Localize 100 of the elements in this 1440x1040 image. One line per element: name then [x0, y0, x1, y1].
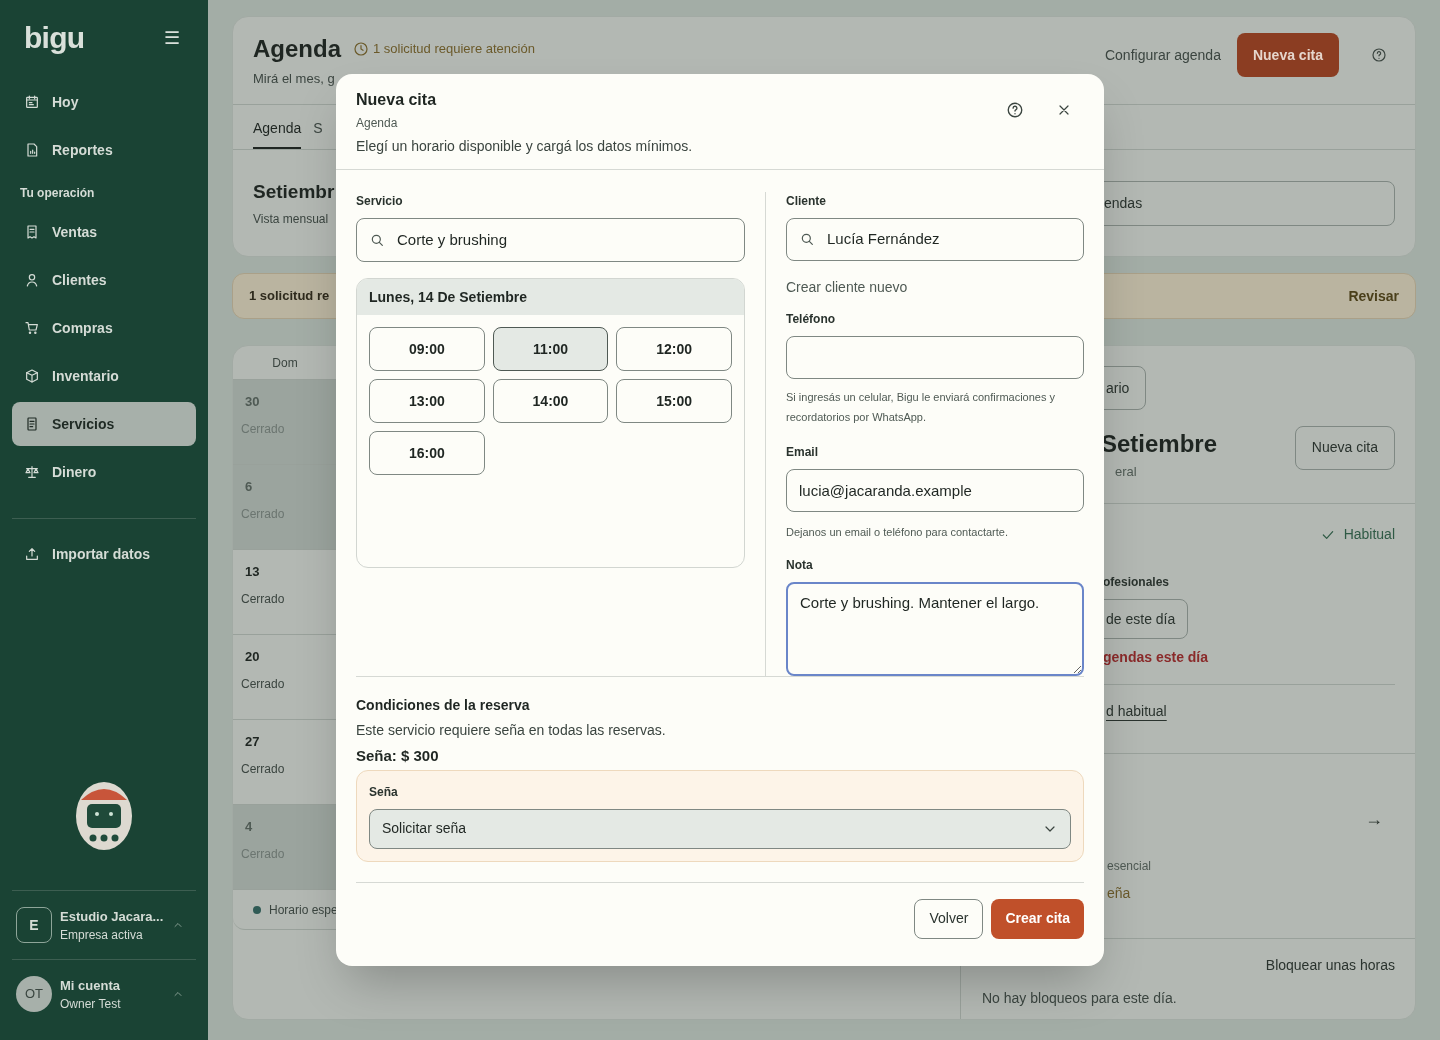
logo: bigu [24, 20, 85, 56]
scale-icon [24, 464, 40, 480]
professionals-label: ofesionales [1102, 574, 1171, 591]
box-icon [24, 368, 40, 384]
nav-item[interactable]: Clientes [12, 258, 196, 302]
attention-notice: 1 solicitud requiere atención [353, 39, 535, 59]
email-input[interactable]: lucia@jacaranda.example [786, 469, 1084, 512]
breadcrumb: Agenda [356, 115, 399, 132]
configure-link[interactable]: Configurar agenda [1104, 44, 1221, 66]
help-icon [1371, 47, 1387, 63]
day-number: 13 [244, 563, 261, 581]
dialog-description: Elegí un horario disponible y cargá los datos mínimos. [356, 137, 693, 156]
account-name: Estudio Jacara... [60, 908, 164, 926]
field-label: Servicio [356, 193, 404, 210]
deposit-text: eña [1106, 884, 1132, 903]
field-label: Teléfono [786, 310, 837, 328]
dialog-title: Nueva cita [356, 90, 438, 110]
day-subtitle: eral [1114, 463, 1138, 481]
help-button[interactable] [1371, 47, 1387, 63]
block-hours-link[interactable]: Bloquear unas horas [1265, 955, 1395, 976]
habitual-status: Habitual [1319, 524, 1395, 545]
time-slot[interactable]: 13:00 [369, 379, 485, 423]
day-status: Cerrado [241, 590, 286, 608]
page-subtitle: Mirá el mes, g [253, 70, 336, 88]
help-icon [1006, 101, 1024, 119]
nav-item[interactable]: Inventario [12, 354, 196, 398]
weekday-header: Dom [271, 354, 299, 372]
review-link[interactable]: Revisar [1348, 285, 1399, 307]
receipt-icon [24, 224, 40, 240]
nav-item[interactable]: Hoy [12, 80, 196, 124]
nav-item[interactable]: Dinero [12, 450, 196, 494]
day-number: 4 [244, 818, 254, 836]
import-button[interactable]: Importar datos [12, 539, 196, 569]
user-icon [24, 272, 40, 288]
date-header: Lunes, 14 De Setiembre [357, 279, 744, 315]
search-icon [799, 231, 815, 248]
view-label: Vista mensual [253, 211, 330, 229]
search-field[interactable]: Corte y brushing [356, 218, 745, 262]
nav-item[interactable]: Reportes [12, 128, 196, 172]
day-number: 30 [244, 393, 261, 411]
create-client-link[interactable]: Crear cliente nuevo [786, 276, 908, 298]
section-label: Tu operación [19, 185, 96, 202]
month-title: Setiembr [253, 179, 335, 204]
day-title: Setiembre [1101, 430, 1218, 458]
help-button[interactable] [1006, 101, 1024, 119]
empty-message: No hay bloqueos para este día. [982, 989, 1178, 1008]
clock-icon [353, 41, 369, 57]
field-label: Nota [786, 557, 814, 575]
avatar: OT [16, 976, 52, 1012]
account-subtitle: Owner Test [60, 996, 121, 1012]
section-title: Condiciones de la reserva [356, 696, 531, 715]
menu-button[interactable]: ☰ [164, 29, 180, 47]
time-slot[interactable]: 15:00 [616, 379, 732, 423]
back-button[interactable]: Volver [914, 898, 984, 939]
new-appointment-button[interactable]: Nueva cita [1294, 425, 1395, 470]
search-icon [369, 232, 385, 248]
essential-label: esencial [1106, 858, 1153, 875]
document-icon [24, 416, 40, 432]
field-value: Lucía Fernández [827, 229, 940, 250]
habitual-link[interactable]: d habitual [1106, 701, 1167, 722]
create-appointment-button[interactable]: Crear cita [991, 898, 1084, 939]
company-initial: E [16, 907, 52, 943]
day-status: Cerrado [241, 675, 286, 693]
time-slot[interactable]: 16:00 [369, 431, 485, 475]
nav-item[interactable]: Ventas [12, 210, 196, 254]
day-number: 27 [244, 733, 261, 751]
nav-item[interactable]: Compras [12, 306, 196, 350]
banner-text: 1 solicitud re [249, 287, 330, 306]
phone-input[interactable] [786, 335, 1084, 380]
deposit-select[interactable]: Solicitar seña [369, 808, 1071, 849]
day-number: 20 [244, 648, 261, 666]
time-slot[interactable]: 09:00 [369, 327, 485, 371]
field-hint: Si ingresás un celular, Bigu le enviará confirmaciones y recordatorios por WhatsApp. [786, 390, 1057, 426]
field-value: Corte y brushing [397, 229, 508, 250]
tab[interactable]: Agenda [253, 118, 302, 149]
search-field[interactable]: Lucía Fernández [786, 218, 1084, 261]
field-label: Cliente [786, 193, 827, 210]
arrow-button[interactable]: → [1365, 806, 1383, 833]
report-icon [24, 142, 40, 158]
upload-icon [24, 546, 40, 562]
cart-icon [24, 320, 40, 336]
account-name: Mi cuenta [60, 977, 120, 995]
tab[interactable]: S [313, 118, 323, 149]
time-slot[interactable]: 14:00 [492, 379, 609, 423]
deposit-amount: Seña: $ 300 [356, 746, 440, 766]
day-number: 6 [244, 478, 254, 496]
calendar-icon [24, 94, 40, 110]
time-slot[interactable]: 12:00 [616, 327, 732, 371]
warning-text: gendas este día [1102, 648, 1210, 667]
account-subtitle: Empresa activa [60, 927, 143, 943]
nav-item[interactable]: Servicios [12, 402, 196, 446]
page-title: Agenda [253, 34, 341, 64]
conditions-text: Este servicio requiere seña en todas las reservas. [356, 721, 667, 740]
field-label: Seña [369, 783, 399, 801]
new-appointment-button[interactable]: Nueva cita [1236, 33, 1339, 77]
field-hint: Dejanos un email o teléfono para contactarte. [786, 524, 1009, 540]
note-textarea[interactable]: Corte y brushing. Mantener el largo. [786, 582, 1084, 676]
field-label: Email [786, 444, 819, 462]
time-slot[interactable]: 11:00 [492, 327, 609, 371]
day-status: Cerrado [241, 760, 286, 778]
